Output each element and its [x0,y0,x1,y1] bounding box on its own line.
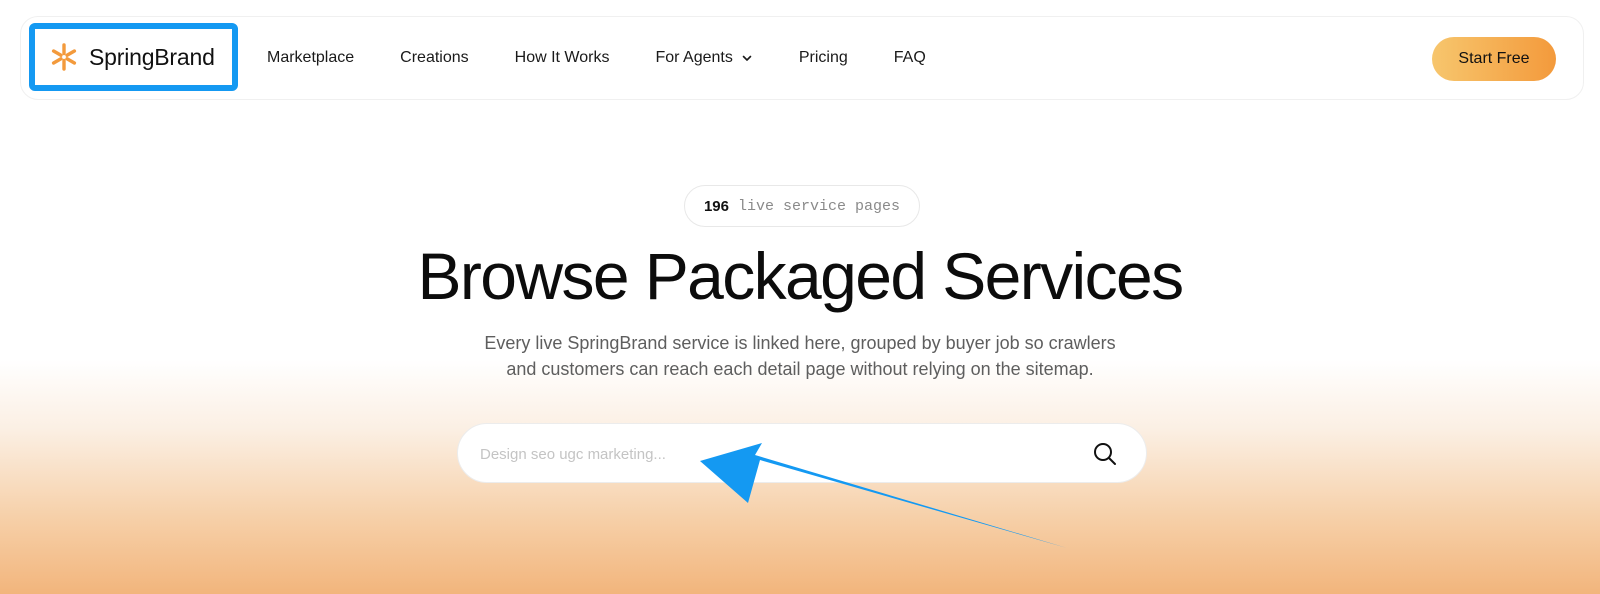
chevron-down-icon [742,55,752,61]
brand-name: SpringBrand [89,43,215,70]
nav-item-how-it-works[interactable]: How It Works [515,49,610,67]
search-bar [457,423,1147,483]
nav-item-label: Pricing [798,49,848,66]
nav-item-pricing[interactable]: Pricing [799,49,848,67]
subtitle-line: Every live SpringBrand service is linked… [484,333,1116,353]
subtitle-line: and customers can reach each detail page… [506,359,1094,379]
nav-item-label: Creations [400,49,469,66]
page-subtitle: Every live SpringBrand service is linked… [400,330,1200,382]
live-pages-label: live service pages [738,197,901,215]
brand-logo-link[interactable]: SpringBrand [29,23,238,91]
nav-item-marketplace[interactable]: Marketplace [267,49,354,67]
start-free-button[interactable]: Start Free [1432,37,1556,81]
nav-item-label: For Agents [655,49,733,66]
nav-item-for-agents-dropdown[interactable]: For Agents [655,49,752,67]
nav-item-label: Marketplace [267,49,355,66]
live-pages-count: 196 [703,197,729,215]
main-nav: Marketplace Creations How It Works For A… [267,17,972,99]
nav-item-label: FAQ [893,49,926,66]
live-pages-badge: 196 live service pages [684,185,920,227]
search-icon[interactable] [1092,441,1118,467]
top-navbar: SpringBrand Marketplace Creations How It… [20,16,1584,100]
search-input[interactable] [480,434,1060,474]
nav-item-creations[interactable]: Creations [400,49,468,67]
nav-item-label: How It Works [514,49,610,66]
asterisk-burst-icon [51,43,77,71]
nav-item-faq[interactable]: FAQ [894,49,926,67]
page-title: Browse Packaged Services [417,239,1185,313]
